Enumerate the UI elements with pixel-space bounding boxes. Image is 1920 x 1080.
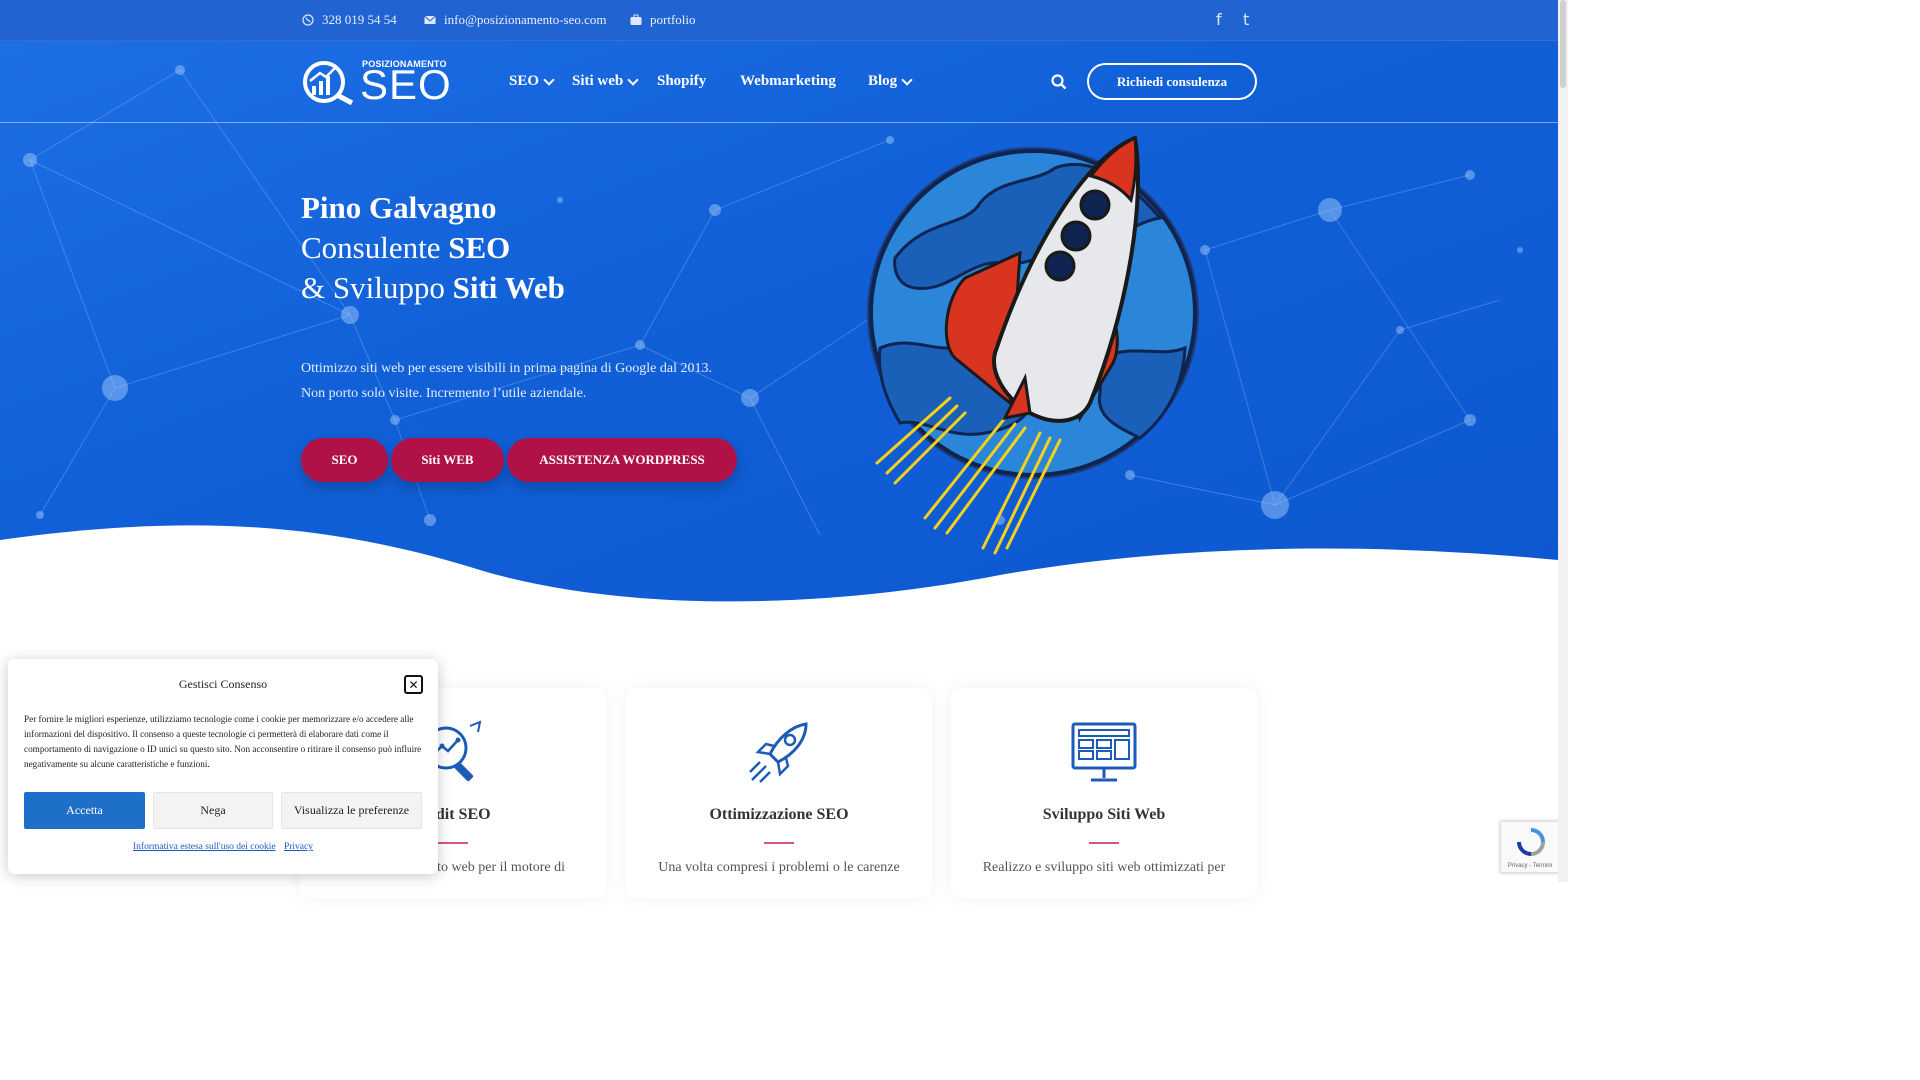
hero-subtitle-line-2: Non porto solo visite. Incremento l’util… <box>301 386 587 401</box>
consultation-button[interactable]: Richiedi consulenza <box>1087 63 1257 100</box>
cookie-consent-dialog: Gestisci Consenso ✕ Per fornire le migli… <box>8 659 438 874</box>
rocket-icon <box>749 722 808 783</box>
scrollbar-thumb[interactable] <box>1560 0 1566 88</box>
nav-item-shopify[interactable]: Shopify <box>657 73 706 90</box>
hero-heading: Pino Galvagno Consulente SEO & Sviluppo … <box>301 188 565 308</box>
nav-item-seo[interactable]: SEO <box>509 73 555 90</box>
portfolio-link[interactable]: portfolio <box>630 12 696 28</box>
envelope-icon <box>424 15 436 24</box>
logo-magnifier-icon <box>303 61 354 105</box>
nav-item-siti-web[interactable]: Siti web <box>572 73 639 90</box>
preferences-button[interactable]: Visualizza le preferenze <box>281 792 422 829</box>
scrollbar-track[interactable] <box>1558 0 1568 882</box>
card-separator <box>764 842 794 844</box>
hero-line-2-text: Consulente <box>301 230 449 265</box>
nav-label: Webmarketing <box>740 73 836 89</box>
top-bar: 328 019 54 54 info@posizionamento-seo.co… <box>0 0 1558 41</box>
recaptcha-icon <box>1517 828 1545 856</box>
wordpress-assistance-button[interactable]: ASSISTENZA WORDPRESS <box>507 438 737 482</box>
nav-label: Shopify <box>657 73 707 89</box>
phone-contact[interactable]: 328 019 54 54 <box>302 12 397 28</box>
monitor-layout-icon <box>1071 722 1137 782</box>
facebook-icon[interactable]: f <box>1216 10 1222 29</box>
recaptcha-label: Privacy - Termini <box>1507 863 1553 869</box>
consent-body: Per fornire le migliori esperienze, util… <box>24 714 422 769</box>
close-icon[interactable]: ✕ <box>404 675 423 694</box>
deny-button[interactable]: Nega <box>153 792 273 829</box>
recaptcha-badge[interactable]: Privacy - Termini <box>1500 821 1560 873</box>
hero-line-2-bold: SEO <box>448 230 511 265</box>
email-address: info@posizionamento-seo.com <box>444 12 607 27</box>
card-separator <box>1089 842 1119 844</box>
card-title: Ottimizzazione SEO <box>709 806 849 823</box>
card-title: Sviluppo Siti Web <box>1042 806 1166 823</box>
hero-line-2: Consulente SEO <box>301 228 565 268</box>
phone-number: 328 019 54 54 <box>322 12 397 27</box>
consent-links: Informativa estesa sull'uso dei cookie P… <box>8 842 438 852</box>
hero-line-3-bold: Siti Web <box>452 270 565 305</box>
card-text: Realizzo e sviluppo siti web ottimizzati… <box>982 860 1226 875</box>
siti-web-button[interactable]: Siti WEB <box>391 438 504 482</box>
phone-icon <box>302 14 314 26</box>
portfolio-label: portfolio <box>650 12 696 27</box>
hero-subtitle-line-1: Ottimizzo siti web per essere visibili i… <box>301 361 712 376</box>
logo-title: SEO <box>360 61 452 108</box>
seo-button[interactable]: SEO <box>301 438 388 482</box>
nav-label: SEO <box>509 73 540 89</box>
consent-title: Gestisci Consenso <box>178 677 268 691</box>
service-card-optimization[interactable]: Ottimizzazione SEO Una volta compresi i … <box>626 688 932 898</box>
main-header: POSIZIONAMENTO SEO SEO Siti web Shopify … <box>0 41 1558 123</box>
search-icon[interactable] <box>1051 74 1067 90</box>
hero-line-3: & Sviluppo Siti Web <box>301 268 565 308</box>
cookie-policy-link[interactable]: Informativa estesa sull'uso dei cookie <box>133 842 276 852</box>
hero-subtitle: Ottimizzo siti web per essere visibili i… <box>301 356 712 406</box>
nav-label: Siti web <box>572 73 624 89</box>
service-card-web-development[interactable]: Sviluppo Siti Web Realizzo e sviluppo si… <box>951 688 1257 898</box>
card-text: Una volta compresi i problemi o le caren… <box>658 860 900 875</box>
nav-label: Blog <box>868 73 898 89</box>
card-separator <box>438 842 468 844</box>
briefcase-icon <box>630 14 642 25</box>
hero-line-3-text: & Sviluppo <box>301 270 453 305</box>
twitter-icon[interactable]: t <box>1243 10 1249 29</box>
chevron-down-icon <box>901 73 913 86</box>
nav-item-webmarketing[interactable]: Webmarketing <box>740 73 836 90</box>
hero-name: Pino Galvagno <box>301 190 497 225</box>
nav-item-blog[interactable]: Blog <box>868 73 913 90</box>
chevron-down-icon <box>627 73 639 86</box>
chevron-down-icon <box>543 73 555 86</box>
accept-button[interactable]: Accetta <box>24 792 145 829</box>
site-logo[interactable]: POSIZIONAMENTO SEO <box>302 59 452 108</box>
privacy-link[interactable]: Privacy <box>284 842 313 852</box>
rocket-globe-illustration <box>867 135 1199 555</box>
email-contact[interactable]: info@posizionamento-seo.com <box>424 12 607 28</box>
